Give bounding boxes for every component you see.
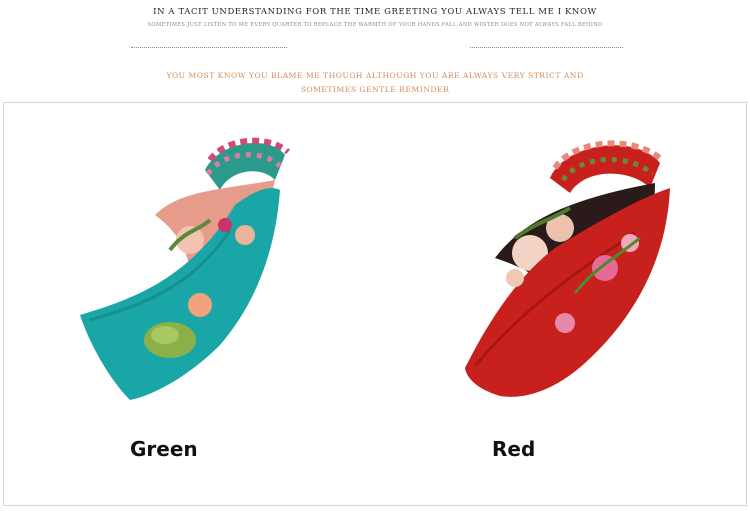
divider-right [470,47,623,48]
green-headband-image[interactable] [70,130,300,410]
header-subtitle: SOMETIMES JUST LISTEN TO ME EVERY QUARTE… [147,22,603,28]
floral-headband-green-icon [80,137,291,400]
floral-headband-red-icon [465,140,670,397]
green-label: Green [130,437,198,461]
tagline: YOU MOST KNOW YOU BLAME ME THOUGH ALTHOU… [150,69,600,97]
red-label: Red [492,437,536,461]
tagline-line-2: SOMETIMES GENTLE REMINDER [300,85,450,94]
red-headband-image[interactable] [455,128,680,408]
header-title: IN A TACIT UNDERSTANDING FOR THE TIME GR… [153,7,597,17]
tagline-line-1: YOU MOST KNOW YOU BLAME ME THOUGH ALTHOU… [166,71,584,80]
divider-left [131,47,287,48]
